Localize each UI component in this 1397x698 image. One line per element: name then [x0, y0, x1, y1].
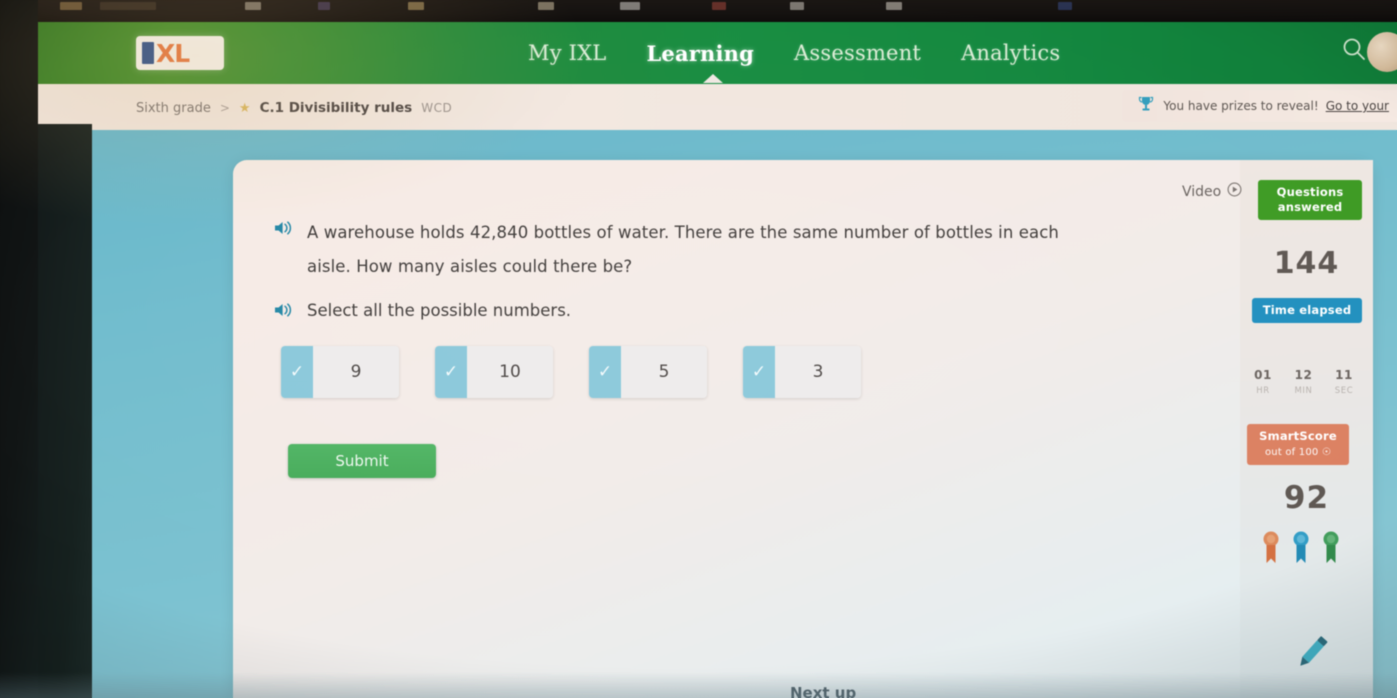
play-circle-icon[interactable]: [1227, 182, 1242, 201]
answer-option-3[interactable]: ✓ 3: [743, 346, 861, 398]
answer-option-label: 9: [313, 346, 399, 398]
speaker-icon[interactable]: [273, 219, 295, 241]
answer-option-label: 3: [775, 346, 861, 398]
time-hours: 01 HR: [1246, 368, 1280, 396]
time-seconds-number: 11: [1335, 368, 1353, 382]
speaker-icon-instruction[interactable]: [273, 301, 295, 323]
time-hours-number: 01: [1254, 368, 1272, 382]
screen-photo: XL My IXL Learning Assessment Analytics …: [0, 0, 1397, 698]
checkbox-9[interactable]: ✓: [281, 346, 313, 398]
trophy-icon: [1136, 94, 1156, 118]
prize-banner[interactable]: You have prizes to reveal! Go to your: [1122, 90, 1397, 122]
bronze-ribbon-icon: [1260, 530, 1282, 570]
time-minutes-unit: MIN: [1294, 386, 1313, 396]
active-tab-indicator: [703, 74, 723, 83]
question-block: A warehouse holds 42,840 bottles of wate…: [273, 216, 1103, 284]
answer-option-5[interactable]: ✓ 5: [589, 346, 707, 398]
time-minutes: 12 MIN: [1287, 368, 1321, 396]
search-icon[interactable]: [1341, 36, 1367, 66]
breadcrumb-skill: C.1 Divisibility rules: [259, 100, 413, 116]
breadcrumb-skill-code: WCD: [421, 101, 453, 115]
browser-chrome: [0, 0, 1397, 24]
time-seconds: 11 SEC: [1327, 368, 1361, 396]
time-elapsed-value: 01 HR 12 MIN 11 SEC: [1246, 368, 1361, 396]
instruction-row: Select all the possible numbers.: [273, 298, 571, 323]
nav-item-my-ixl[interactable]: My IXL: [520, 39, 614, 67]
answer-option-label: 5: [621, 346, 707, 398]
answer-option-10[interactable]: ✓ 10: [435, 346, 553, 398]
nav-item-learning[interactable]: Learning: [638, 39, 762, 68]
time-seconds-unit: SEC: [1334, 386, 1354, 396]
screen-bezel-outer: [0, 0, 38, 698]
checkbox-10[interactable]: ✓: [435, 346, 467, 398]
video-link[interactable]: Video: [1182, 182, 1242, 201]
logo-i-bar: [142, 42, 154, 64]
checkbox-3[interactable]: ✓: [743, 346, 775, 398]
instruction-text: Select all the possible numbers.: [307, 301, 572, 320]
nav-item-assessment[interactable]: Assessment: [786, 39, 929, 67]
breadcrumb-grade[interactable]: Sixth grade: [136, 101, 211, 116]
time-elapsed-label: Time elapsed: [1252, 298, 1362, 323]
smartscore-subtitle-text: out of 100: [1264, 447, 1319, 458]
green-ribbon-icon: [1320, 530, 1342, 570]
check-icon: ✓: [443, 361, 459, 382]
time-hours-unit: HR: [1256, 386, 1270, 396]
award-ribbons: [1246, 530, 1356, 570]
questions-answered-value: 144: [1273, 246, 1340, 281]
answer-options[interactable]: ✓ 9 ✓ 10 ✓ 5 ✓ 3: [281, 346, 861, 398]
breadcrumb-separator: >: [219, 101, 230, 115]
check-icon: ✓: [597, 361, 613, 382]
blue-ribbon-icon: [1290, 530, 1312, 570]
smartscore-title: SmartScore: [1259, 429, 1337, 443]
main-navigation[interactable]: My IXL Learning Assessment Analytics: [520, 30, 1068, 76]
ixl-logo[interactable]: XL: [136, 36, 224, 70]
question-text: A warehouse holds 42,840 bottles of wate…: [307, 223, 1059, 276]
video-label: Video: [1182, 183, 1222, 200]
nav-item-analytics[interactable]: Analytics: [953, 39, 1068, 67]
next-up-label[interactable]: Next up: [790, 684, 856, 698]
answer-option-label: 10: [467, 346, 553, 398]
pencil-icon[interactable]: [1288, 628, 1336, 680]
check-icon: ✓: [751, 361, 767, 382]
time-minutes-number: 12: [1294, 368, 1313, 382]
questions-answered-label: Questions answered: [1258, 180, 1362, 220]
checkbox-5[interactable]: ✓: [589, 346, 621, 398]
submit-button[interactable]: Submit: [288, 444, 436, 478]
smartscore-value: 92: [1283, 480, 1330, 516]
prize-banner-text: You have prizes to reveal!: [1163, 99, 1319, 113]
smartscore-subtitle: out of 100 ☉: [1247, 445, 1349, 460]
screen-bezel-inner: [36, 124, 92, 698]
check-icon: ✓: [289, 361, 305, 382]
breadcrumb[interactable]: Sixth grade > ★ C.1 Divisibility rules W…: [136, 100, 452, 116]
smartscore-label: SmartScore out of 100 ☉: [1247, 424, 1349, 465]
prize-banner-link[interactable]: Go to your: [1326, 99, 1389, 113]
answer-option-9[interactable]: ✓ 9: [281, 346, 399, 398]
help-icon[interactable]: ☉: [1322, 447, 1331, 458]
favorite-star-icon[interactable]: ★: [239, 101, 251, 116]
logo-xl-text: XL: [156, 38, 190, 68]
